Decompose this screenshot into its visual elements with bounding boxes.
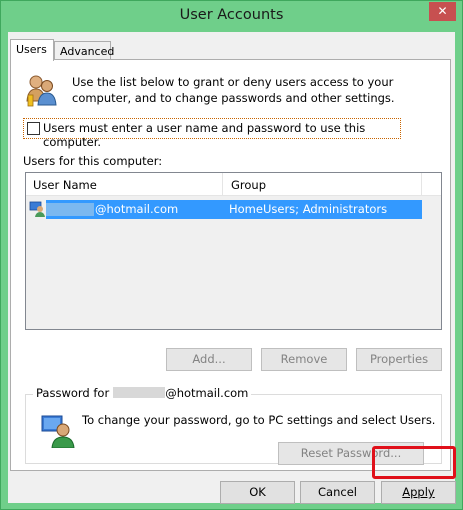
password-info-text: To change your password, go to PC settin… [82, 413, 436, 427]
password-legend-suffix: @hotmail.com [165, 386, 249, 400]
cancel-button[interactable]: Cancel [300, 481, 375, 504]
group-cell: HomeUsers; Administrators [229, 202, 388, 216]
cancel-button-label: Cancel [318, 485, 357, 499]
properties-button[interactable]: Properties [356, 348, 442, 371]
ok-button-label: OK [249, 485, 266, 499]
window-title: User Accounts [179, 7, 284, 23]
remove-button[interactable]: Remove [261, 348, 347, 371]
intro-text: Use the list below to grant or deny user… [72, 75, 395, 105]
tab-advanced-label: Advanced [60, 45, 115, 58]
users-icon [26, 75, 57, 107]
require-login-option[interactable]: Users must enter a user name and passwor… [23, 118, 401, 149]
require-login-label[interactable]: Users must enter a user name and passwor… [43, 121, 400, 149]
user-accounts-window: User Accounts ✕ Users Advanced Use the l… [0, 0, 463, 510]
remove-button-label: Remove [280, 352, 328, 366]
password-legend-prefix: Password for [36, 386, 110, 400]
tab-users-label: Users [16, 43, 47, 56]
list-header: User Name Group [26, 173, 441, 196]
close-icon: ✕ [437, 4, 448, 18]
add-button-label: Add... [192, 352, 226, 366]
user-password-icon [41, 415, 75, 448]
user-account-icon [29, 201, 45, 217]
ok-button[interactable]: OK [220, 481, 295, 504]
apply-button[interactable]: Apply [381, 481, 456, 504]
properties-button-label: Properties [369, 352, 429, 366]
table-row[interactable]: @hotmail.com HomeUsers; Administrators [46, 200, 422, 219]
apply-highlight-annotation [372, 446, 456, 479]
password-group-legend: Password for @hotmail.com [33, 386, 252, 400]
users-tab-panel: Use the list below to grant or deny user… [10, 59, 451, 471]
apply-button-label: Apply [402, 485, 435, 499]
dialog-client: Users Advanced Use the list below to gra… [8, 32, 456, 504]
column-header-user-name[interactable]: User Name [33, 178, 97, 192]
tab-users[interactable]: Users [10, 39, 54, 61]
tab-advanced[interactable]: Advanced [54, 41, 115, 61]
users-listview[interactable]: User Name Group @hotmail.com HomeUsers; … [25, 172, 442, 330]
user-name-cell: @hotmail.com [95, 202, 179, 216]
redacted-username [113, 387, 166, 398]
users-list-label: Users for this computer: [23, 154, 163, 168]
column-header-group[interactable]: Group [231, 178, 266, 192]
add-button[interactable]: Add... [166, 348, 252, 371]
title-bar[interactable]: User Accounts ✕ [1, 1, 462, 32]
redacted-username [46, 203, 94, 216]
require-login-checkbox[interactable] [27, 122, 40, 135]
close-button[interactable]: ✕ [429, 2, 456, 21]
